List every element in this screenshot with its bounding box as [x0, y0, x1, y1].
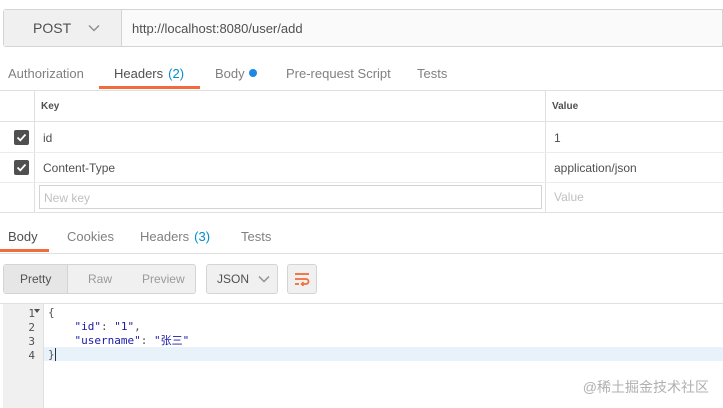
- url-input[interactable]: http://localhost:8080/user/add: [132, 10, 303, 46]
- tab-label: Cookies: [67, 228, 114, 244]
- json-value: "1": [114, 320, 135, 333]
- chevron-down-icon: [258, 275, 270, 283]
- response-tab-tests[interactable]: Tests: [241, 220, 271, 252]
- tab-count: (2): [168, 65, 185, 81]
- header-key[interactable]: Content-Type: [43, 161, 115, 175]
- tab-label: Tests: [417, 65, 448, 81]
- code-line[interactable]: {: [48, 306, 55, 320]
- format-select[interactable]: JSON: [206, 264, 278, 294]
- divider: [0, 303, 723, 304]
- watermark: @稀土掘金技术社区: [582, 379, 709, 395]
- tab-label: Pre-request Script: [286, 65, 391, 81]
- tab-label: Headers: [114, 65, 164, 81]
- tab-count: (3): [194, 228, 211, 244]
- method-label: POST: [33, 20, 72, 36]
- code-line[interactable]: "id": "1",: [48, 320, 141, 334]
- divider: [0, 253, 723, 254]
- line-number: 4: [28, 349, 35, 362]
- json-value: "张三": [153, 334, 190, 347]
- method-select[interactable]: POST: [4, 10, 122, 46]
- raw-button[interactable]: Raw: [68, 265, 131, 293]
- pretty-button[interactable]: Pretty: [4, 265, 69, 293]
- tab-body[interactable]: Body: [215, 57, 257, 89]
- modified-dot-icon: [248, 69, 257, 77]
- tab-label: Authorization: [8, 65, 84, 81]
- tab-pre-request-script[interactable]: Pre-request Script: [286, 57, 391, 89]
- divider: [0, 182, 723, 183]
- response-tab-cookies[interactable]: Cookies: [67, 220, 114, 252]
- wrap-icon: [295, 273, 310, 286]
- response-tab-body[interactable]: Body: [8, 220, 38, 252]
- divider: [0, 90, 723, 91]
- brace: {: [48, 306, 55, 319]
- key-column-header: Key: [41, 101, 60, 112]
- active-line-highlight: [44, 347, 723, 361]
- header-key[interactable]: id: [43, 131, 52, 145]
- chevron-down-icon: [88, 24, 100, 32]
- tab-label: Tests: [241, 228, 272, 244]
- divider: [0, 212, 723, 213]
- line-number: 2: [28, 321, 35, 334]
- brace: }: [48, 348, 55, 361]
- header-value[interactable]: 1: [554, 131, 561, 145]
- request-bar: POST http://localhost:8080/user/add: [3, 9, 723, 47]
- tab-label: Body: [8, 228, 38, 244]
- view-mode-group: Pretty Raw Preview: [3, 264, 196, 294]
- header-row-checkbox[interactable]: [14, 130, 29, 145]
- header-row-checkbox[interactable]: [14, 160, 29, 175]
- line-number: 3: [28, 335, 35, 348]
- divider: [0, 152, 723, 153]
- line-number: 1: [28, 307, 35, 320]
- text-cursor: [55, 348, 56, 361]
- new-value-input[interactable]: Value: [554, 190, 584, 204]
- tab-tests[interactable]: Tests: [417, 57, 447, 89]
- code-line[interactable]: }: [48, 348, 55, 362]
- active-tab-indicator: [99, 86, 200, 89]
- check-icon: [16, 133, 27, 142]
- json-key: "username": [74, 334, 141, 347]
- divider: [0, 121, 723, 122]
- code-line[interactable]: "username": "张三": [48, 334, 190, 348]
- check-icon: [16, 163, 27, 172]
- tab-headers[interactable]: Headers (2): [114, 57, 184, 89]
- preview-button[interactable]: Preview: [132, 265, 195, 293]
- tab-label: Headers: [140, 228, 190, 244]
- response-tab-headers[interactable]: Headers (3): [140, 220, 210, 252]
- format-label: JSON: [217, 272, 250, 286]
- header-value[interactable]: application/json: [554, 161, 637, 175]
- fold-caret-icon[interactable]: [34, 308, 40, 314]
- json-key: "id": [74, 320, 102, 333]
- value-column-header: Value: [552, 101, 579, 112]
- tab-label: Body: [215, 65, 245, 81]
- tab-authorization[interactable]: Authorization: [8, 57, 84, 89]
- active-tab-indicator: [0, 249, 49, 252]
- line-gutter: 1 2 3 4: [3, 304, 44, 408]
- new-key-input[interactable]: New key: [39, 185, 542, 209]
- wrap-lines-button[interactable]: [287, 264, 317, 294]
